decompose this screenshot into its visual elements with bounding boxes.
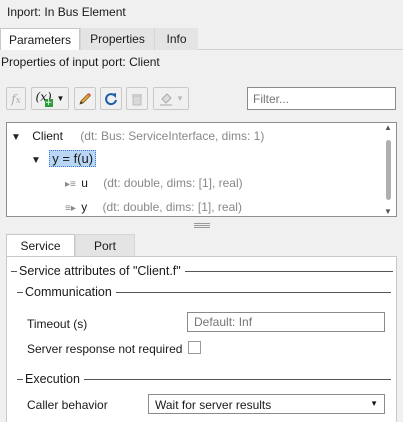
tab-info[interactable]: Info — [154, 28, 198, 50]
caller-behavior-value: Wait for server results — [155, 398, 272, 412]
scroll-down-icon[interactable]: ▼ — [384, 207, 392, 216]
tree-node-label: Client — [32, 129, 63, 143]
tab-properties[interactable]: Properties — [80, 28, 154, 50]
group-heading: Service attributes of "Client.f" — [19, 264, 181, 278]
group-heading: Communication — [25, 285, 112, 299]
tree-node-arg-u[interactable]: ▸≡ u (dt: double, dims: [1], real) — [65, 176, 243, 190]
add-variable-icon: (x) + — [35, 89, 53, 108]
refresh-icon — [105, 92, 117, 105]
tree-node-label: y — [81, 200, 88, 214]
service-attributes-group: Service attributes of "Client.f" — [11, 264, 393, 278]
refresh-button[interactable] — [100, 87, 122, 110]
edit-button[interactable] — [74, 87, 96, 110]
collapse-triangle-icon[interactable]: ▼ — [31, 155, 41, 166]
add-variable-button[interactable]: (x) + ▼ — [31, 87, 69, 110]
bus-element-tree[interactable]: ▼ Client (dt: Bus: ServiceInterface, dim… — [6, 122, 397, 217]
tree-node-meta: (dt: double, dims: [1], real) — [102, 200, 242, 214]
filter-input[interactable] — [247, 87, 396, 110]
splitter[interactable] — [0, 220, 403, 232]
chevron-down-icon: ▼ — [56, 94, 65, 103]
caller-behavior-select[interactable]: Wait for server results ▼ — [148, 394, 385, 414]
tree-node-arg-y[interactable]: ≡▸ y (dt: double, dims: [1], real) — [65, 200, 242, 214]
tree-node-label: y = f(u) — [49, 150, 97, 167]
tab-parameters[interactable]: Parameters — [0, 28, 80, 50]
tree-node-meta: (dt: Bus: ServiceInterface, dims: 1) — [80, 129, 265, 143]
output-arg-icon: ≡▸ — [65, 203, 76, 214]
main-tabs: Parameters Properties Info — [0, 28, 403, 50]
tree-node-function[interactable]: ▼ y = f(u) — [31, 150, 97, 167]
window-title: Inport: In Bus Element — [7, 5, 126, 19]
timeout-label: Timeout (s) — [27, 317, 88, 331]
scrollbar-thumb[interactable] — [386, 140, 391, 200]
communication-group: Communication — [17, 285, 391, 299]
server-response-label: Server response not required — [27, 342, 183, 356]
input-arg-icon: ▸≡ — [65, 179, 76, 190]
collapse-triangle-icon[interactable]: ▼ — [11, 132, 21, 143]
chevron-down-icon: ▼ — [370, 399, 378, 408]
server-response-checkbox[interactable] — [188, 341, 201, 354]
execution-group: Execution — [17, 372, 391, 386]
pencil-icon — [79, 92, 91, 105]
service-panel: Service attributes of "Client.f" Communi… — [6, 256, 397, 422]
tree-node-client[interactable]: ▼ Client (dt: Bus: ServiceInterface, dim… — [11, 129, 264, 143]
fx-button[interactable]: fx — [6, 87, 26, 110]
group-heading: Execution — [25, 372, 80, 386]
service-tabs: Service Port — [6, 234, 397, 256]
splitter-grip-icon[interactable] — [194, 223, 210, 228]
delete-button[interactable] — [126, 87, 148, 110]
tree-node-meta: (dt: double, dims: [1], real) — [103, 176, 243, 190]
caller-behavior-label: Caller behavior — [27, 398, 108, 412]
timeout-field[interactable] — [187, 312, 385, 332]
fx-icon: fx — [11, 91, 21, 106]
fill-button[interactable]: ▼ — [153, 87, 189, 110]
page-subtitle: Properties of input port: Client — [1, 55, 160, 69]
chevron-down-icon: ▼ — [176, 94, 184, 103]
scroll-up-icon[interactable]: ▲ — [384, 123, 392, 132]
tree-node-label: u — [81, 176, 88, 190]
tab-service[interactable]: Service — [6, 234, 75, 256]
tree-scrollbar[interactable]: ▲ ▼ — [380, 123, 396, 216]
tab-port[interactable]: Port — [75, 234, 135, 256]
paint-bucket-icon — [160, 92, 173, 106]
trash-icon — [132, 93, 142, 105]
